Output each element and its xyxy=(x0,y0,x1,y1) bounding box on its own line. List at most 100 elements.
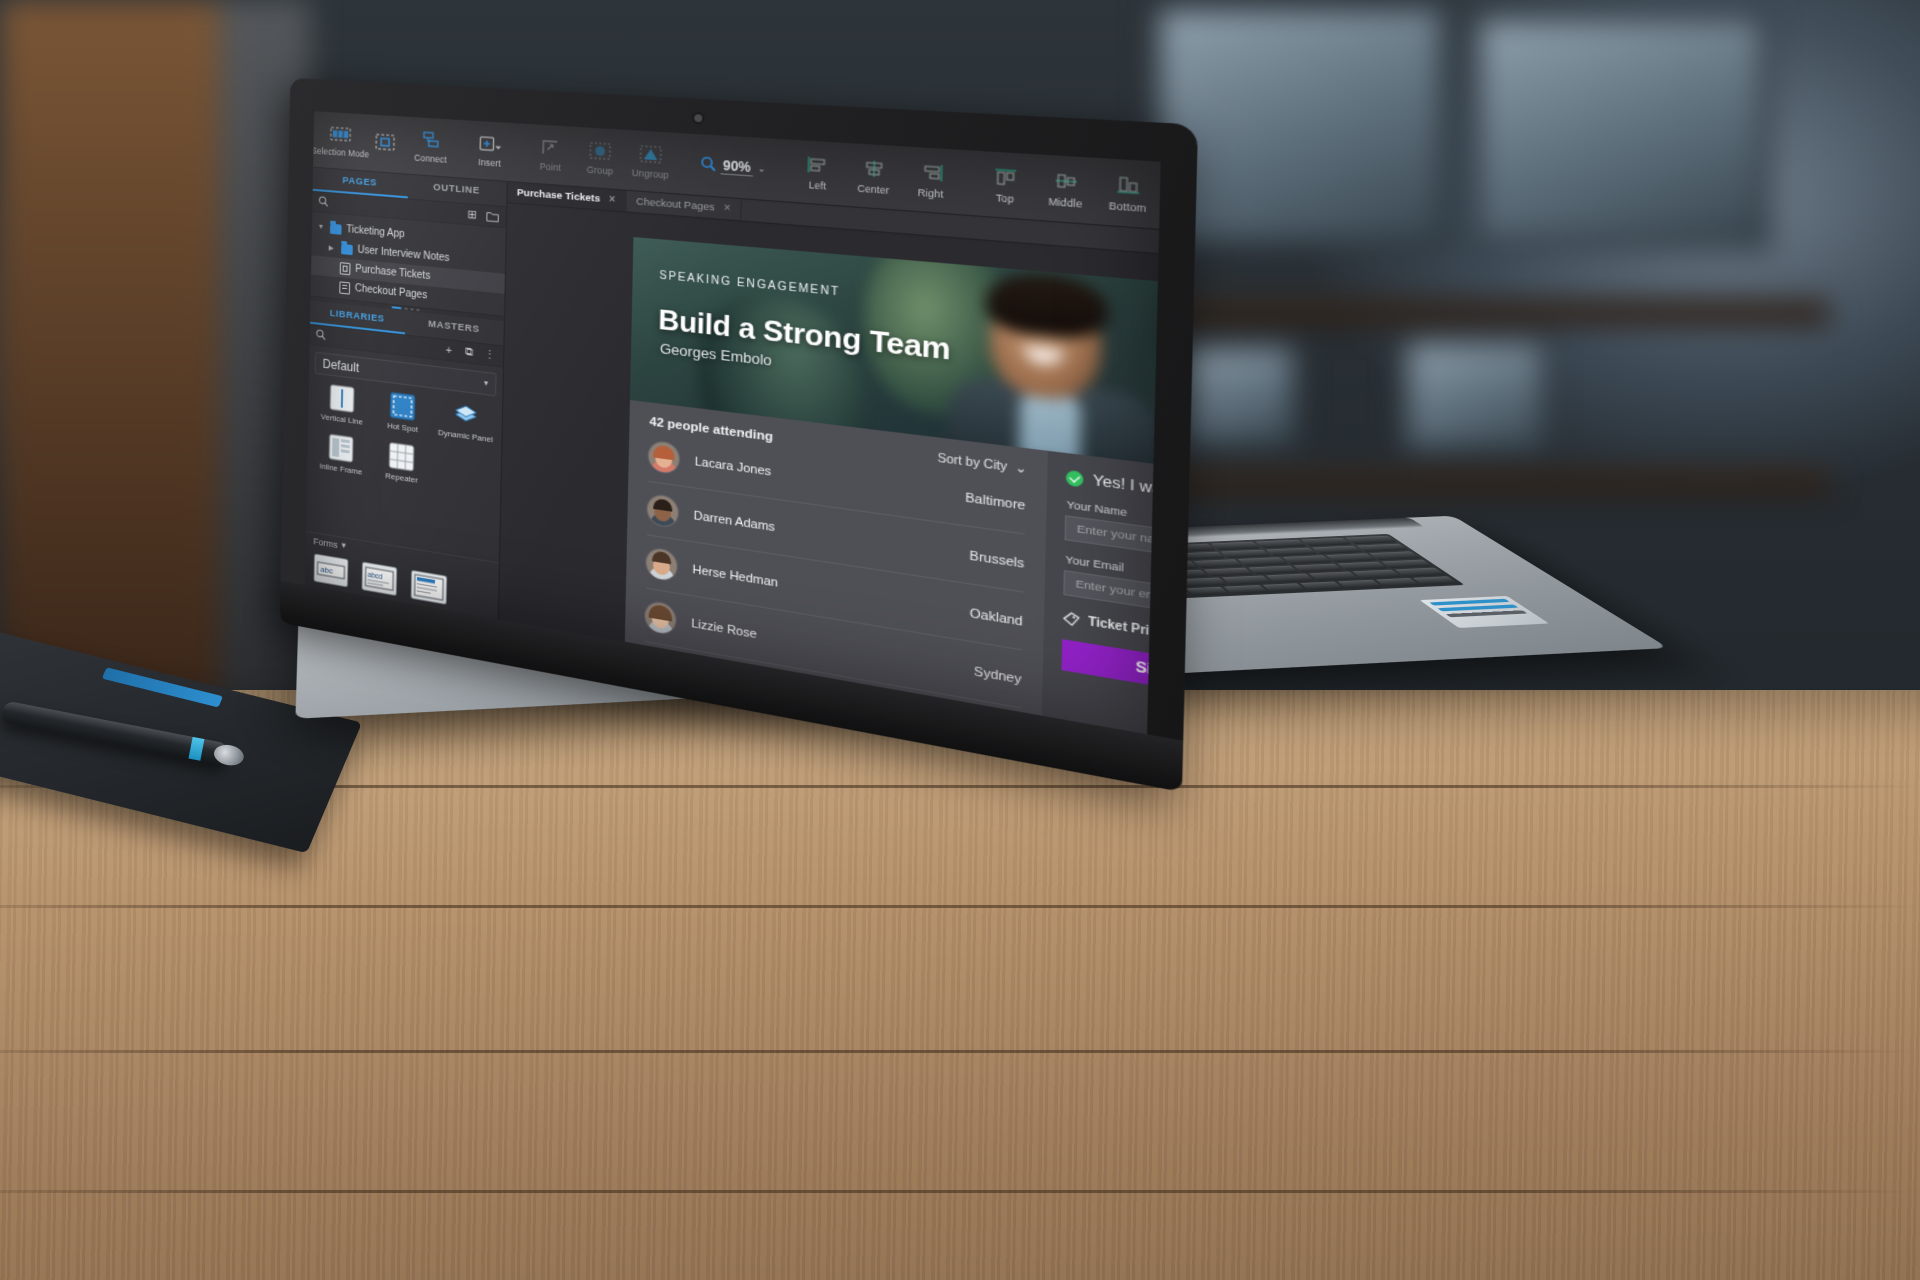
toolbar-align-right[interactable]: Right xyxy=(903,156,959,205)
toolbar-align-bottom[interactable]: Bottom xyxy=(1097,168,1158,219)
keyboard-key[interactable] xyxy=(1351,569,1402,579)
library-options-icon[interactable]: ⋮ xyxy=(482,347,497,363)
toolbar-align-middle[interactable]: Middle xyxy=(1036,164,1096,215)
keyboard-key[interactable] xyxy=(1261,583,1307,592)
zoom-value[interactable]: 90% xyxy=(720,157,754,177)
toolbar-selection-mode[interactable]: Selection Mode xyxy=(311,120,369,162)
keyboard-key[interactable] xyxy=(1292,563,1344,573)
keyboard-key[interactable] xyxy=(1185,586,1230,596)
keyboard-key[interactable] xyxy=(1375,577,1421,587)
toolbar-align-top[interactable]: Top xyxy=(976,160,1034,210)
avatar xyxy=(647,493,679,528)
widget-vertical-line[interactable]: Vertical Line xyxy=(312,381,373,429)
sign-up-button[interactable]: Sign Up Now xyxy=(1061,639,1159,714)
sign-up-button-label: Sign Up Now xyxy=(1135,658,1159,693)
text-field-icon[interactable]: abc xyxy=(314,554,348,587)
keyboard-key[interactable] xyxy=(1356,543,1409,552)
toolbar-align-center[interactable]: Center xyxy=(846,152,901,200)
close-icon[interactable]: × xyxy=(724,202,731,215)
widget-inline-frame[interactable]: Inline Frame xyxy=(311,430,372,479)
align-right-icon xyxy=(917,160,945,185)
chevron-down-icon: ⌄ xyxy=(1014,461,1027,477)
keyboard-key[interactable] xyxy=(1412,576,1458,585)
folder-icon xyxy=(341,243,353,255)
toolbar-insert[interactable]: Insert xyxy=(467,129,513,173)
zoom-control[interactable]: 90% ⌄ xyxy=(691,155,775,180)
keyboard-key[interactable] xyxy=(1300,537,1352,546)
close-icon[interactable]: × xyxy=(609,194,616,206)
add-library-icon[interactable]: + xyxy=(442,342,456,358)
libraries-panel: LIBRARIES MASTERS + ⧉ ⋮ Default ▾ Vertic… xyxy=(305,300,504,620)
keyboard-key[interactable] xyxy=(1325,553,1377,562)
keyboard-key[interactable] xyxy=(1219,549,1272,559)
keyboard-key[interactable] xyxy=(1222,575,1272,585)
keyboard-key[interactable] xyxy=(1281,555,1333,564)
keyboard-key[interactable] xyxy=(1203,567,1254,577)
toolbar-selection-box[interactable] xyxy=(363,127,407,160)
chevron-down-icon[interactable]: ▾ xyxy=(341,540,346,552)
canvas-tab-label: Checkout Pages xyxy=(636,195,715,214)
ungroup-icon xyxy=(638,143,663,166)
toolbar-ungroup[interactable]: Ungroup xyxy=(626,139,676,185)
vertical-line-icon xyxy=(328,383,357,415)
toolbar-separator xyxy=(967,164,969,201)
chevron-updown-icon: ▾ xyxy=(483,378,489,388)
copy-library-icon[interactable]: ⧉ xyxy=(462,345,477,361)
keyboard-key[interactable] xyxy=(1336,561,1389,571)
tab-libraries-label: LIBRARIES xyxy=(329,307,385,325)
toolbar-connect[interactable]: Connect xyxy=(408,125,453,168)
list-box-icon[interactable] xyxy=(411,570,447,604)
toolbar-align-right-label: Right xyxy=(917,186,944,201)
toolbar-align-left[interactable]: Left xyxy=(791,149,845,197)
keyboard-key[interactable] xyxy=(1247,565,1299,575)
keyboard-key[interactable] xyxy=(1265,547,1318,556)
widget-hot-spot[interactable]: Hot Spot xyxy=(372,388,435,437)
keyboard-key[interactable] xyxy=(1308,571,1359,581)
keyboard-key[interactable] xyxy=(1337,579,1383,589)
toolbar-separator xyxy=(682,147,684,181)
keyboard-key[interactable] xyxy=(1193,559,1244,568)
keyboard-key[interactable] xyxy=(1394,567,1445,577)
chevron-down-icon[interactable]: ▼ xyxy=(318,224,326,232)
toolbar-separator xyxy=(459,133,461,165)
toolbar-connect-label: Connect xyxy=(414,152,447,166)
chevron-right-icon[interactable]: ▶ xyxy=(329,243,337,252)
page-icon xyxy=(339,261,351,275)
widget-repeater[interactable]: Repeater xyxy=(371,438,434,488)
widget-label: Vertical Line xyxy=(320,411,363,427)
magnifier-icon xyxy=(700,155,716,175)
widget-dynamic-panel[interactable]: Dynamic Panel xyxy=(434,396,498,446)
toolbar-point[interactable]: Point xyxy=(527,132,575,177)
keyboard-key[interactable] xyxy=(1223,584,1268,594)
align-center-icon xyxy=(860,156,888,181)
keyboard-key[interactable] xyxy=(1381,559,1433,569)
toolbar-align-top-label: Top xyxy=(995,192,1015,206)
folder-icon xyxy=(329,223,342,235)
keyboard-key[interactable] xyxy=(1265,573,1316,583)
green-check-icon xyxy=(1065,469,1084,487)
chevron-down-icon[interactable]: ⌄ xyxy=(758,163,766,174)
keyboard-key[interactable] xyxy=(1345,535,1397,545)
toolbar-point-label: Point xyxy=(539,160,561,174)
name-field-placeholder: Enter your name xyxy=(1076,522,1159,550)
toolbar-align-middle-label: Middle xyxy=(1048,195,1083,210)
keyboard-key[interactable] xyxy=(1255,539,1307,549)
widget-label: Repeater xyxy=(385,470,418,485)
add-folder-icon[interactable] xyxy=(485,208,500,224)
keyboard-key[interactable] xyxy=(1210,541,1262,551)
search-icon xyxy=(315,328,326,343)
keyboard-key[interactable] xyxy=(1237,557,1288,566)
add-page-icon[interactable]: ⊞ xyxy=(465,207,480,223)
align-left-icon xyxy=(805,153,832,177)
keyboard-key[interactable] xyxy=(1311,545,1363,554)
insert-icon xyxy=(478,133,502,156)
keyboard-key[interactable] xyxy=(1369,551,1421,560)
keyboard-key[interactable] xyxy=(1299,581,1345,591)
toolbar-align-center-label: Center xyxy=(857,182,890,197)
tab-pages-label: PAGES xyxy=(342,174,378,189)
page-lines-icon xyxy=(339,280,351,295)
toolbar-separator xyxy=(519,136,521,169)
text-area-icon[interactable]: abcd xyxy=(362,562,397,595)
hot-spot-icon xyxy=(388,390,418,423)
toolbar-group[interactable]: Group xyxy=(576,135,625,180)
